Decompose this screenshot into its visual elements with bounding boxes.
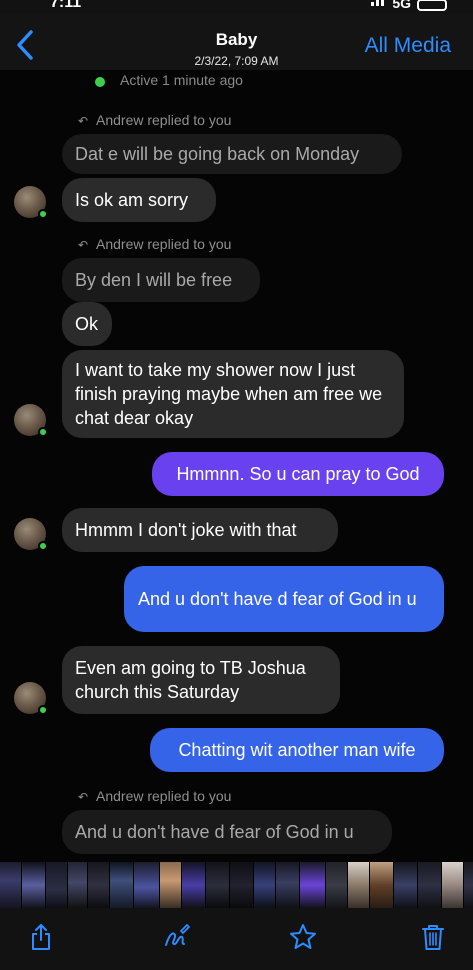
online-dot	[38, 427, 48, 437]
thumbnail[interactable]	[0, 862, 22, 908]
favorite-button[interactable]	[286, 920, 320, 954]
thumbnail[interactable]	[276, 862, 300, 908]
thumbnail[interactable]	[464, 862, 473, 908]
markup-button[interactable]	[160, 920, 194, 954]
thumbnail[interactable]	[182, 862, 206, 908]
favorite-star-icon	[290, 924, 316, 949]
reply-note: ↶ Andrew replied to you	[78, 112, 232, 128]
online-dot	[38, 541, 48, 551]
incoming-message: Even am going to TB Joshua church this S…	[62, 646, 340, 714]
battery-icon	[417, 0, 447, 11]
thumbnail[interactable]	[442, 862, 464, 908]
quoted-message: Dat e will be going back on Monday	[62, 134, 402, 174]
chat-screenshot: Active 1 minute ago ↶ Andrew replied to y…	[0, 70, 473, 862]
delete-button[interactable]	[416, 920, 450, 954]
bottom-toolbar	[0, 908, 473, 970]
photo-viewer-header: Baby 2/3/22, 7:09 AM All Media	[0, 14, 473, 76]
thumbnail[interactable]	[22, 862, 46, 908]
thumbnail[interactable]	[254, 862, 276, 908]
incoming-message: I want to take my shower now I just fini…	[62, 350, 404, 438]
reply-note: ↶ Andrew replied to you	[78, 236, 232, 252]
thumbnail[interactable]	[348, 862, 370, 908]
reply-arrow-icon: ↶	[78, 238, 89, 252]
thumbnail[interactable]	[134, 862, 160, 908]
quoted-message: By den I will be free	[62, 258, 260, 302]
outgoing-message: And u don't have d fear of God in u	[124, 566, 444, 632]
thumbnail[interactable]	[326, 862, 348, 908]
thumbnail[interactable]	[88, 862, 110, 908]
avatar	[14, 404, 48, 437]
incoming-message: Is ok am sorry	[62, 178, 216, 222]
thumbnail[interactable]	[300, 862, 326, 908]
online-dot	[38, 705, 48, 715]
thumbnail[interactable]	[370, 862, 394, 908]
status-bar: 7:11 5G	[0, 0, 473, 14]
markup-icon	[165, 924, 190, 946]
thumbnail[interactable]	[206, 862, 230, 908]
online-dot	[38, 209, 48, 219]
reply-note: ↶ Andrew replied to you	[78, 788, 232, 804]
outgoing-message: Chatting wit another man wife	[150, 728, 444, 772]
network-label: 5G	[392, 0, 411, 11]
status-time: 7:11	[50, 0, 82, 11]
quoted-message: And u don't have d fear of God in u	[62, 810, 392, 854]
status-icons: 5G	[371, 0, 447, 11]
media-thumbnail-strip[interactable]	[0, 862, 473, 908]
thumbnail[interactable]	[160, 862, 182, 908]
signal-icon	[371, 0, 386, 11]
thumbnail[interactable]	[110, 862, 134, 908]
thumbnail[interactable]	[394, 862, 418, 908]
share-button[interactable]	[24, 920, 58, 954]
thumbnail[interactable]	[230, 862, 254, 908]
avatar	[14, 682, 48, 715]
active-status: Active 1 minute ago	[120, 72, 243, 88]
avatar	[14, 518, 48, 551]
incoming-message: Hmmm I don't joke with that	[62, 508, 338, 552]
reply-arrow-icon: ↶	[78, 790, 89, 804]
trash-icon	[422, 925, 444, 950]
thumbnail[interactable]	[68, 862, 88, 908]
reply-arrow-icon: ↶	[78, 114, 89, 128]
thumbnail[interactable]	[46, 862, 68, 908]
incoming-message: Ok	[62, 302, 112, 346]
avatar	[14, 186, 48, 219]
thumbnail[interactable]	[418, 862, 442, 908]
all-media-button[interactable]: All Media	[365, 34, 451, 58]
outgoing-message: Hmmnn. So u can pray to God	[152, 452, 444, 496]
share-icon	[32, 924, 50, 950]
